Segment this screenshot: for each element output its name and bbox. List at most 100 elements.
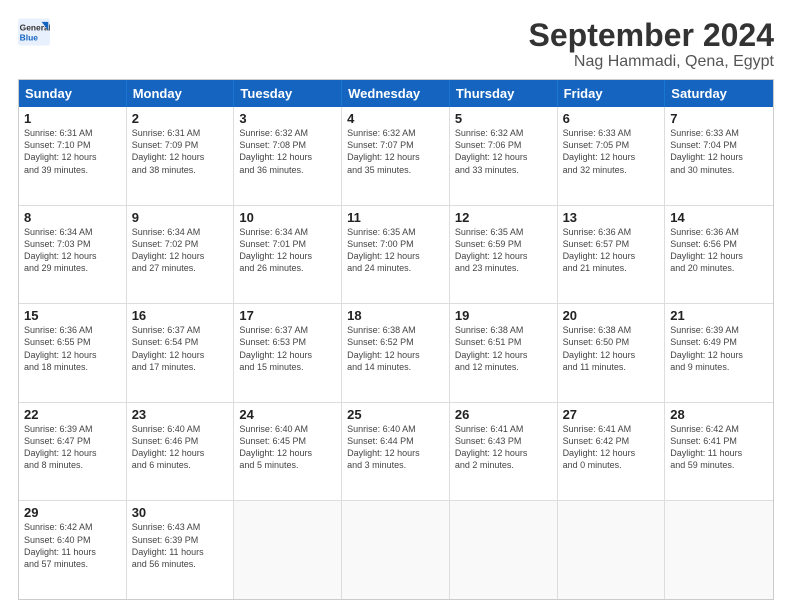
day-info: Sunrise: 6:34 AM Sunset: 7:01 PM Dayligh…	[239, 226, 336, 275]
calendar-row-3: 22Sunrise: 6:39 AM Sunset: 6:47 PM Dayli…	[19, 402, 773, 501]
day-number: 3	[239, 111, 336, 126]
day-number: 22	[24, 407, 121, 422]
calendar-cell-3-1: 23Sunrise: 6:40 AM Sunset: 6:46 PM Dayli…	[127, 403, 235, 501]
day-number: 19	[455, 308, 552, 323]
calendar-row-0: 1Sunrise: 6:31 AM Sunset: 7:10 PM Daylig…	[19, 107, 773, 205]
day-number: 6	[563, 111, 660, 126]
calendar-cell-4-1: 30Sunrise: 6:43 AM Sunset: 6:39 PM Dayli…	[127, 501, 235, 599]
header: General Blue September 2024 Nag Hammadi,…	[18, 18, 774, 71]
calendar-row-2: 15Sunrise: 6:36 AM Sunset: 6:55 PM Dayli…	[19, 303, 773, 402]
day-info: Sunrise: 6:36 AM Sunset: 6:56 PM Dayligh…	[670, 226, 768, 275]
day-info: Sunrise: 6:40 AM Sunset: 6:44 PM Dayligh…	[347, 423, 444, 472]
calendar-cell-1-1: 9Sunrise: 6:34 AM Sunset: 7:02 PM Daylig…	[127, 206, 235, 304]
calendar-cell-3-4: 26Sunrise: 6:41 AM Sunset: 6:43 PM Dayli…	[450, 403, 558, 501]
calendar-cell-0-3: 4Sunrise: 6:32 AM Sunset: 7:07 PM Daylig…	[342, 107, 450, 205]
calendar-cell-1-2: 10Sunrise: 6:34 AM Sunset: 7:01 PM Dayli…	[234, 206, 342, 304]
calendar-row-4: 29Sunrise: 6:42 AM Sunset: 6:40 PM Dayli…	[19, 500, 773, 599]
day-info: Sunrise: 6:32 AM Sunset: 7:08 PM Dayligh…	[239, 127, 336, 176]
day-number: 15	[24, 308, 121, 323]
day-info: Sunrise: 6:33 AM Sunset: 7:05 PM Dayligh…	[563, 127, 660, 176]
page-subtitle: Nag Hammadi, Qena, Egypt	[529, 53, 774, 71]
calendar-cell-2-0: 15Sunrise: 6:36 AM Sunset: 6:55 PM Dayli…	[19, 304, 127, 402]
day-number: 25	[347, 407, 444, 422]
day-number: 8	[24, 210, 121, 225]
title-block: September 2024 Nag Hammadi, Qena, Egypt	[529, 18, 774, 71]
logo-icon: General Blue	[18, 18, 50, 46]
day-number: 26	[455, 407, 552, 422]
calendar-cell-0-5: 6Sunrise: 6:33 AM Sunset: 7:05 PM Daylig…	[558, 107, 666, 205]
day-info: Sunrise: 6:43 AM Sunset: 6:39 PM Dayligh…	[132, 521, 229, 570]
day-info: Sunrise: 6:38 AM Sunset: 6:52 PM Dayligh…	[347, 324, 444, 373]
calendar-cell-3-3: 25Sunrise: 6:40 AM Sunset: 6:44 PM Dayli…	[342, 403, 450, 501]
day-info: Sunrise: 6:37 AM Sunset: 6:54 PM Dayligh…	[132, 324, 229, 373]
day-info: Sunrise: 6:42 AM Sunset: 6:40 PM Dayligh…	[24, 521, 121, 570]
day-number: 24	[239, 407, 336, 422]
calendar-cell-4-5	[558, 501, 666, 599]
day-info: Sunrise: 6:35 AM Sunset: 6:59 PM Dayligh…	[455, 226, 552, 275]
day-number: 11	[347, 210, 444, 225]
calendar-cell-3-6: 28Sunrise: 6:42 AM Sunset: 6:41 PM Dayli…	[665, 403, 773, 501]
calendar-cell-2-4: 19Sunrise: 6:38 AM Sunset: 6:51 PM Dayli…	[450, 304, 558, 402]
day-number: 16	[132, 308, 229, 323]
day-info: Sunrise: 6:33 AM Sunset: 7:04 PM Dayligh…	[670, 127, 768, 176]
calendar-cell-3-0: 22Sunrise: 6:39 AM Sunset: 6:47 PM Dayli…	[19, 403, 127, 501]
day-number: 12	[455, 210, 552, 225]
page-title: September 2024	[529, 18, 774, 53]
day-number: 4	[347, 111, 444, 126]
calendar-cell-0-1: 2Sunrise: 6:31 AM Sunset: 7:09 PM Daylig…	[127, 107, 235, 205]
day-number: 2	[132, 111, 229, 126]
day-number: 18	[347, 308, 444, 323]
calendar-body: 1Sunrise: 6:31 AM Sunset: 7:10 PM Daylig…	[19, 107, 773, 599]
svg-text:Blue: Blue	[20, 32, 39, 42]
calendar-cell-1-4: 12Sunrise: 6:35 AM Sunset: 6:59 PM Dayli…	[450, 206, 558, 304]
day-info: Sunrise: 6:31 AM Sunset: 7:09 PM Dayligh…	[132, 127, 229, 176]
day-info: Sunrise: 6:39 AM Sunset: 6:47 PM Dayligh…	[24, 423, 121, 472]
day-number: 30	[132, 505, 229, 520]
calendar-cell-1-6: 14Sunrise: 6:36 AM Sunset: 6:56 PM Dayli…	[665, 206, 773, 304]
calendar-cell-3-5: 27Sunrise: 6:41 AM Sunset: 6:42 PM Dayli…	[558, 403, 666, 501]
day-number: 23	[132, 407, 229, 422]
day-info: Sunrise: 6:38 AM Sunset: 6:51 PM Dayligh…	[455, 324, 552, 373]
calendar-header: Sunday Monday Tuesday Wednesday Thursday…	[19, 80, 773, 107]
day-info: Sunrise: 6:32 AM Sunset: 7:06 PM Dayligh…	[455, 127, 552, 176]
calendar-cell-2-1: 16Sunrise: 6:37 AM Sunset: 6:54 PM Dayli…	[127, 304, 235, 402]
header-tuesday: Tuesday	[234, 80, 342, 107]
header-wednesday: Wednesday	[342, 80, 450, 107]
day-info: Sunrise: 6:34 AM Sunset: 7:03 PM Dayligh…	[24, 226, 121, 275]
day-info: Sunrise: 6:32 AM Sunset: 7:07 PM Dayligh…	[347, 127, 444, 176]
day-number: 10	[239, 210, 336, 225]
calendar-cell-0-6: 7Sunrise: 6:33 AM Sunset: 7:04 PM Daylig…	[665, 107, 773, 205]
calendar-cell-0-0: 1Sunrise: 6:31 AM Sunset: 7:10 PM Daylig…	[19, 107, 127, 205]
header-sunday: Sunday	[19, 80, 127, 107]
header-saturday: Saturday	[665, 80, 773, 107]
day-info: Sunrise: 6:36 AM Sunset: 6:57 PM Dayligh…	[563, 226, 660, 275]
day-info: Sunrise: 6:35 AM Sunset: 7:00 PM Dayligh…	[347, 226, 444, 275]
day-info: Sunrise: 6:39 AM Sunset: 6:49 PM Dayligh…	[670, 324, 768, 373]
day-number: 27	[563, 407, 660, 422]
calendar-cell-4-3	[342, 501, 450, 599]
day-info: Sunrise: 6:38 AM Sunset: 6:50 PM Dayligh…	[563, 324, 660, 373]
calendar-cell-2-2: 17Sunrise: 6:37 AM Sunset: 6:53 PM Dayli…	[234, 304, 342, 402]
calendar-row-1: 8Sunrise: 6:34 AM Sunset: 7:03 PM Daylig…	[19, 205, 773, 304]
header-friday: Friday	[558, 80, 666, 107]
day-number: 29	[24, 505, 121, 520]
day-number: 7	[670, 111, 768, 126]
header-monday: Monday	[127, 80, 235, 107]
day-info: Sunrise: 6:31 AM Sunset: 7:10 PM Dayligh…	[24, 127, 121, 176]
day-info: Sunrise: 6:40 AM Sunset: 6:45 PM Dayligh…	[239, 423, 336, 472]
day-info: Sunrise: 6:36 AM Sunset: 6:55 PM Dayligh…	[24, 324, 121, 373]
calendar-cell-4-2	[234, 501, 342, 599]
day-number: 5	[455, 111, 552, 126]
calendar-cell-2-5: 20Sunrise: 6:38 AM Sunset: 6:50 PM Dayli…	[558, 304, 666, 402]
day-info: Sunrise: 6:37 AM Sunset: 6:53 PM Dayligh…	[239, 324, 336, 373]
day-number: 21	[670, 308, 768, 323]
calendar-cell-4-6	[665, 501, 773, 599]
calendar-cell-2-3: 18Sunrise: 6:38 AM Sunset: 6:52 PM Dayli…	[342, 304, 450, 402]
day-number: 20	[563, 308, 660, 323]
day-info: Sunrise: 6:41 AM Sunset: 6:43 PM Dayligh…	[455, 423, 552, 472]
calendar-cell-4-0: 29Sunrise: 6:42 AM Sunset: 6:40 PM Dayli…	[19, 501, 127, 599]
calendar-cell-4-4	[450, 501, 558, 599]
day-number: 9	[132, 210, 229, 225]
logo: General Blue	[18, 18, 50, 46]
calendar-cell-1-3: 11Sunrise: 6:35 AM Sunset: 7:00 PM Dayli…	[342, 206, 450, 304]
